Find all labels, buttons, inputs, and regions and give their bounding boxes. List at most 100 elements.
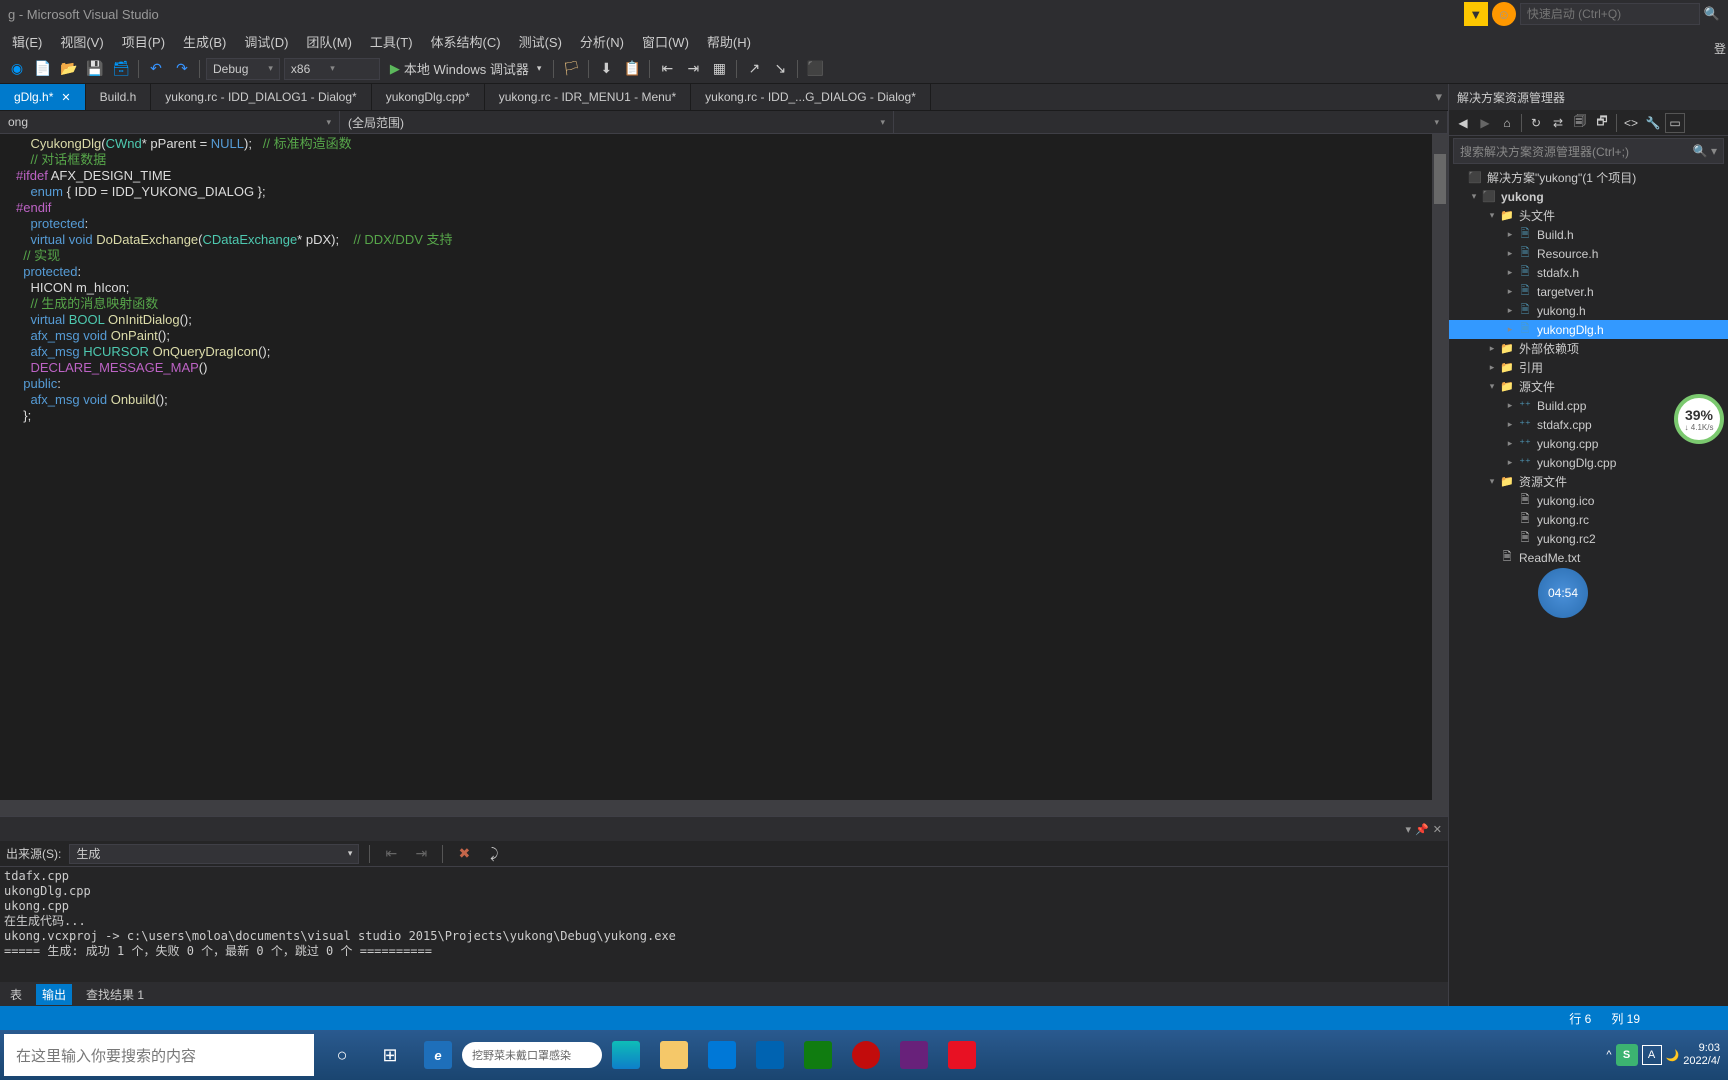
menu-item[interactable]: 工具(T) [362, 28, 421, 55]
output-tab[interactable]: 查找结果 1 [80, 984, 150, 1005]
tree-expand-icon[interactable]: ▾ [1485, 476, 1499, 487]
floating-timer-widget[interactable]: 04:54 [1538, 568, 1588, 618]
open-file-icon[interactable]: 📂 [58, 58, 80, 80]
tabs-overflow-icon[interactable]: ▾ [1435, 89, 1442, 105]
tb-icon-9[interactable]: ⬛ [804, 58, 826, 80]
quicklaunch-input[interactable] [1520, 3, 1700, 25]
tree-expand-icon[interactable]: ▸ [1503, 286, 1517, 297]
taskview-icon[interactable]: ⊞ [366, 1034, 414, 1076]
edge-search-pill[interactable]: 挖野菜未戴口罩感染 [462, 1042, 602, 1068]
comment-icon[interactable]: ▦ [708, 58, 730, 80]
sln-showall-icon[interactable]: 🗗 [1592, 113, 1612, 133]
code-editor[interactable]: CyukongDlg(CWnd* pParent = NULL); // 标准构… [0, 134, 1448, 800]
tray-expand-icon[interactable]: ^ [1606, 1049, 1611, 1061]
output-text[interactable]: tdafx.cpp ukongDlg.cpp ukong.cpp 在生成代码..… [0, 867, 1448, 982]
ie-icon[interactable]: e [414, 1034, 462, 1076]
explorer-icon[interactable] [650, 1034, 698, 1076]
tree-row[interactable]: ⬛解决方案"yukong"(1 个项目) [1449, 168, 1728, 187]
tree-expand-icon[interactable]: ▾ [1467, 191, 1481, 202]
tree-row[interactable]: ▸📁外部依赖项 [1449, 339, 1728, 358]
menu-item[interactable]: 分析(N) [572, 28, 632, 55]
redo-icon[interactable]: ↷ [171, 58, 193, 80]
menu-item[interactable]: 视图(V) [52, 28, 111, 55]
mail-icon[interactable] [746, 1034, 794, 1076]
undo-icon[interactable]: ↶ [145, 58, 167, 80]
solution-tree[interactable]: ⬛解决方案"yukong"(1 个项目)▾⬛yukong▾📁头文件▸🗎Build… [1449, 166, 1728, 1006]
menu-item[interactable]: 辑(E) [4, 28, 50, 55]
video-icon[interactable] [938, 1034, 986, 1076]
menu-item[interactable]: 帮助(H) [699, 28, 759, 55]
tray-clock[interactable]: 9:03 2022/4/ [1683, 1042, 1720, 1068]
tree-expand-icon[interactable]: ▸ [1503, 419, 1517, 430]
cortana-icon[interactable]: ○ [318, 1034, 366, 1076]
output-prev-icon[interactable]: ⇤ [380, 843, 402, 865]
tray-ime-icon[interactable]: S [1616, 1044, 1638, 1066]
sln-back-icon[interactable]: ◀ [1453, 113, 1473, 133]
panel-pin-icon[interactable]: 📌 [1415, 823, 1429, 836]
windows-search-input[interactable]: 在这里输入你要搜索的内容 [4, 1034, 314, 1076]
sln-preview-icon[interactable]: ▭ [1665, 113, 1685, 133]
sln-sync-icon[interactable]: ⇄ [1548, 113, 1568, 133]
menu-item[interactable]: 窗口(W) [634, 28, 697, 55]
save-icon[interactable]: 💾 [84, 58, 106, 80]
sln-collapse-icon[interactable]: 🗐 [1570, 113, 1590, 133]
tree-row[interactable]: ▾⬛yukong [1449, 187, 1728, 206]
tree-row[interactable]: ▸🗎Resource.h [1449, 244, 1728, 263]
sln-refresh-icon[interactable]: ↻ [1526, 113, 1546, 133]
indent-right-icon[interactable]: ⇥ [682, 58, 704, 80]
menu-item[interactable]: 测试(S) [511, 28, 570, 55]
document-tab[interactable]: yukong.rc - IDD_...G_DIALOG - Dialog* [691, 84, 931, 110]
tree-expand-icon[interactable]: ▸ [1503, 438, 1517, 449]
menu-item[interactable]: 项目(P) [114, 28, 173, 55]
tree-row[interactable]: ▸🗎Build.h [1449, 225, 1728, 244]
tray-night-icon[interactable]: 🌙 [1666, 1049, 1680, 1062]
tree-expand-icon[interactable]: ▾ [1485, 381, 1499, 392]
tree-row[interactable]: ▸🗎targetver.h [1449, 282, 1728, 301]
feedback-smiley-icon[interactable]: ☺ [1492, 2, 1516, 26]
solution-search-input[interactable]: 搜索解决方案资源管理器(Ctrl+;) 🔍 ▾ [1453, 138, 1724, 164]
system-tray[interactable]: ^ S A 🌙 9:03 2022/4/ [1598, 1042, 1728, 1068]
sln-code-icon[interactable]: <> [1621, 113, 1641, 133]
nav-member-dropdown[interactable]: (全局范围) [340, 111, 894, 133]
login-link[interactable]: 登 [1714, 40, 1726, 57]
tb-icon-7[interactable]: ↗ [743, 58, 765, 80]
back-nav-icon[interactable]: ◉ [6, 58, 28, 80]
tree-expand-icon[interactable]: ▸ [1485, 343, 1499, 354]
output-tab[interactable]: 输出 [36, 984, 72, 1005]
tree-row[interactable]: ▾📁头文件 [1449, 206, 1728, 225]
neteasemusic-icon[interactable] [842, 1034, 890, 1076]
tree-row[interactable]: ▸🗎yukong.h [1449, 301, 1728, 320]
output-source-dropdown[interactable]: 生成 [69, 844, 359, 864]
document-tab[interactable]: yukong.rc - IDD_DIALOG1 - Dialog* [151, 84, 371, 110]
tb-icon-8[interactable]: ↘ [769, 58, 791, 80]
tree-row[interactable]: ▸🗎yukongDlg.h [1449, 320, 1728, 339]
tree-row[interactable]: ▸📁引用 [1449, 358, 1728, 377]
output-next-icon[interactable]: ⇥ [410, 843, 432, 865]
config-dropdown[interactable]: Debug [206, 58, 280, 80]
sln-fwd-icon[interactable]: ▶ [1475, 113, 1495, 133]
tree-row[interactable]: ▸🗎stdafx.h [1449, 263, 1728, 282]
tree-row[interactable]: ▸⁺⁺yukongDlg.cpp [1449, 453, 1728, 472]
new-file-icon[interactable]: 📄 [32, 58, 54, 80]
tree-expand-icon[interactable]: ▸ [1503, 229, 1517, 240]
run-debugger-button[interactable]: ▶本地 Windows 调试器▾ [384, 58, 548, 80]
menu-item[interactable]: 生成(B) [175, 28, 234, 55]
tree-row[interactable]: ▾📁资源文件 [1449, 472, 1728, 491]
search-icon[interactable]: 🔍 [1704, 6, 1720, 22]
notification-flag-icon[interactable]: ▼ [1464, 2, 1488, 26]
sln-home-icon[interactable]: ⌂ [1497, 113, 1517, 133]
tb-icon-2[interactable]: ⬇ [595, 58, 617, 80]
document-tab[interactable]: yukong.rc - IDR_MENU1 - Menu* [485, 84, 691, 110]
menu-item[interactable]: 团队(M) [298, 28, 360, 55]
photos-icon[interactable] [794, 1034, 842, 1076]
tree-expand-icon[interactable]: ▸ [1503, 400, 1517, 411]
document-tab[interactable]: Build.h [86, 84, 152, 110]
sln-properties-icon[interactable]: 🔧 [1643, 113, 1663, 133]
nav-scope-dropdown[interactable]: ong [0, 111, 340, 133]
tab-close-icon[interactable]: ✕ [61, 91, 70, 104]
scrollbar-horizontal[interactable] [0, 800, 1448, 816]
nav-right-dropdown[interactable] [894, 111, 1448, 133]
tree-row[interactable]: 🗎yukong.ico [1449, 491, 1728, 510]
output-clear-icon[interactable]: ✖ [453, 843, 475, 865]
saveall-icon[interactable]: 🗃 [110, 58, 132, 80]
